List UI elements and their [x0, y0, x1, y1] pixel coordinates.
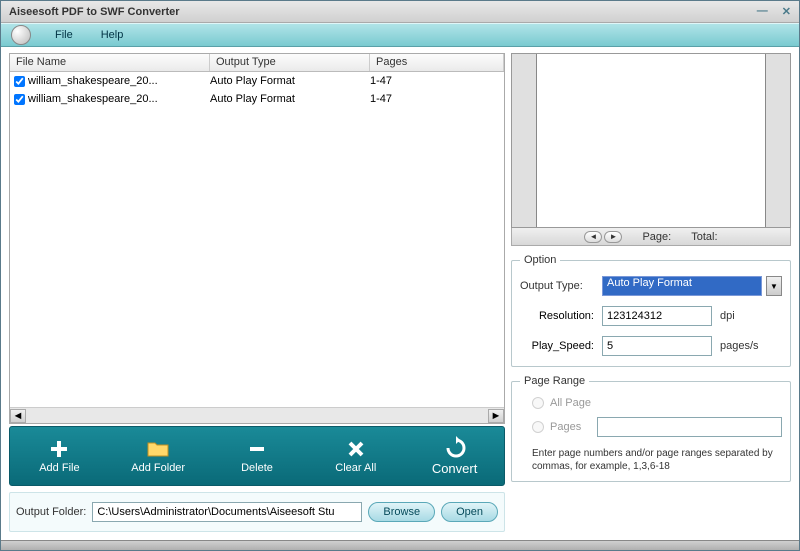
pages-radio[interactable] [532, 421, 544, 433]
dropdown-arrow-icon[interactable]: ▼ [766, 276, 782, 296]
cell-outputtype: Auto Play Format [210, 75, 370, 87]
close-button[interactable]: ✕ [782, 5, 791, 18]
all-page-radio[interactable] [532, 397, 544, 409]
total-label: Total: [691, 231, 717, 243]
table-row[interactable]: william_shakespeare_20... Auto Play Form… [10, 90, 504, 108]
scroll-left-icon[interactable]: ◄ [10, 409, 26, 423]
menu-file[interactable]: File [41, 29, 87, 41]
plus-icon [48, 438, 70, 460]
clear-all-button[interactable]: Clear All [306, 438, 405, 474]
delete-label: Delete [241, 462, 273, 474]
file-list-table: File Name Output Type Pages william_shak… [9, 53, 505, 424]
app-logo-icon [11, 25, 31, 45]
table-row[interactable]: william_shakespeare_20... Auto Play Form… [10, 72, 504, 90]
app-window: Aiseesoft PDF to SWF Converter — ✕ File … [0, 0, 800, 551]
page-range-hint: Enter page numbers and/or page ranges se… [520, 445, 782, 473]
convert-button[interactable]: Convert [405, 437, 504, 476]
add-folder-button[interactable]: Add Folder [109, 438, 208, 474]
page-range-group: Page Range All Page Pages Enter page num… [511, 375, 791, 482]
menu-help[interactable]: Help [87, 29, 138, 41]
pages-label: Pages [550, 421, 581, 433]
row-checkbox[interactable] [14, 94, 25, 105]
prev-page-button[interactable]: ◄ [584, 231, 602, 243]
add-folder-label: Add Folder [131, 462, 185, 474]
col-header-outputtype[interactable]: Output Type [210, 54, 370, 71]
preview-page [536, 54, 766, 227]
app-title: Aiseesoft PDF to SWF Converter [9, 6, 757, 18]
all-page-label: All Page [550, 397, 591, 409]
col-header-pages[interactable]: Pages [370, 54, 504, 71]
titlebar: Aiseesoft PDF to SWF Converter — ✕ [1, 1, 799, 23]
resolution-unit: dpi [720, 310, 735, 322]
output-folder-label: Output Folder: [16, 506, 86, 518]
left-column: File Name Output Type Pages william_shak… [9, 53, 505, 532]
scroll-right-icon[interactable]: ► [488, 409, 504, 423]
add-file-button[interactable]: Add File [10, 438, 109, 474]
page-range-legend: Page Range [520, 375, 589, 387]
row-checkbox[interactable] [14, 76, 25, 87]
preview-navbar: ◄ ► Page: Total: [511, 228, 791, 246]
preview-margin-left [512, 54, 536, 227]
cell-outputtype: Auto Play Format [210, 93, 370, 105]
add-file-label: Add File [39, 462, 79, 474]
table-body: william_shakespeare_20... Auto Play Form… [10, 72, 504, 407]
status-bar [1, 540, 799, 550]
output-type-select[interactable]: Auto Play Format [602, 276, 762, 296]
play-speed-label: Play_Speed: [520, 340, 598, 352]
right-column: ◄ ► Page: Total: Option Output Type: Aut… [511, 53, 791, 532]
menubar-container: File Help [1, 23, 799, 47]
output-type-label: Output Type: [520, 280, 598, 292]
play-speed-input[interactable] [602, 336, 712, 356]
action-toolbar: Add File Add Folder Delete Clear All Con… [9, 426, 505, 486]
refresh-icon [444, 437, 466, 459]
output-folder-row: Output Folder: Browse Open [9, 492, 505, 532]
cell-pages: 1-47 [370, 75, 504, 87]
minimize-button[interactable]: — [757, 5, 768, 18]
window-controls: — ✕ [757, 5, 791, 18]
horizontal-scrollbar[interactable]: ◄ ► [10, 407, 504, 423]
resolution-input[interactable] [602, 306, 712, 326]
table-header: File Name Output Type Pages [10, 54, 504, 72]
browse-button[interactable]: Browse [368, 502, 435, 522]
delete-button[interactable]: Delete [208, 438, 307, 474]
col-header-filename[interactable]: File Name [10, 54, 210, 71]
x-icon [345, 438, 367, 460]
minus-icon [246, 438, 268, 460]
clear-all-label: Clear All [335, 462, 376, 474]
page-label: Page: [642, 231, 671, 243]
folder-icon [147, 438, 169, 460]
pages-input[interactable] [597, 417, 782, 437]
cell-filename: william_shakespeare_20... [28, 75, 158, 87]
option-group: Option Output Type: Auto Play Format ▼ R… [511, 254, 791, 367]
output-folder-input[interactable] [92, 502, 362, 522]
preview-pane [511, 53, 791, 228]
preview-margin-right [766, 54, 790, 227]
resolution-label: Resolution: [520, 310, 598, 322]
open-button[interactable]: Open [441, 502, 498, 522]
cell-filename: william_shakespeare_20... [28, 93, 158, 105]
play-speed-unit: pages/s [720, 340, 759, 352]
main-content: File Name Output Type Pages william_shak… [1, 47, 799, 540]
menubar: File Help [1, 23, 799, 47]
next-page-button[interactable]: ► [604, 231, 622, 243]
convert-label: Convert [432, 461, 478, 476]
cell-pages: 1-47 [370, 93, 504, 105]
option-legend: Option [520, 254, 560, 266]
